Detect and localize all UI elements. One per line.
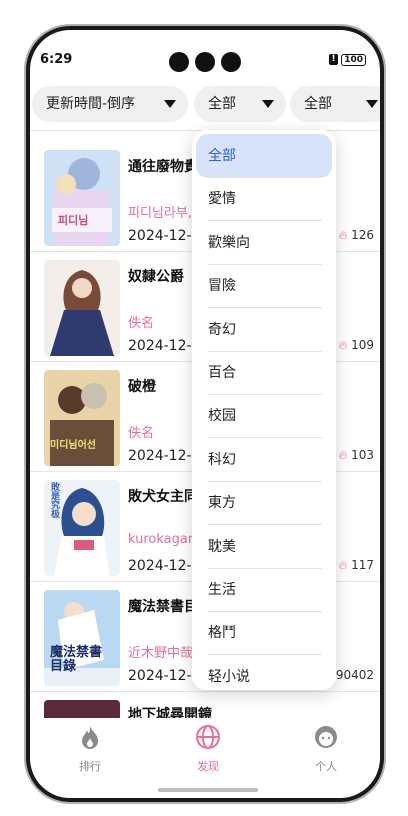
dropdown-divider	[208, 480, 322, 482]
comic-date: 2024-12-	[128, 228, 192, 244]
flame-icon: 🔥︎	[338, 448, 348, 462]
status-bar: 6:29 ! 100	[30, 30, 380, 72]
comic-title: 魔法禁書目	[128, 599, 198, 615]
comic-title: 奴隸公爵	[128, 269, 184, 285]
dropdown-divider	[208, 610, 322, 612]
camera-icon	[221, 52, 241, 72]
globe-icon	[196, 725, 220, 749]
comic-cover: 피디님	[44, 150, 120, 246]
sort-filter-label: 更新時間-倒序	[46, 96, 136, 112]
comic-count: 🔥︎ 103	[338, 448, 374, 463]
sort-filter-dropdown[interactable]: 更新時間-倒序	[32, 86, 188, 122]
comic-date: 2024-12-	[128, 448, 192, 464]
dropdown-option[interactable]: 東方	[196, 481, 332, 525]
comic-date: 2024-12-	[128, 668, 192, 684]
dropdown-divider	[208, 567, 322, 569]
dropdown-option[interactable]: 歡樂向	[196, 221, 332, 265]
comic-author: 佚名	[128, 426, 155, 441]
cover-text: 피디님	[58, 214, 89, 227]
flame-icon: 🔥︎	[338, 228, 348, 242]
comic-count-value: 103	[351, 448, 374, 462]
nav-item-discover[interactable]: 发现	[168, 718, 248, 774]
cover-text: 敗是究极	[49, 482, 59, 518]
category-dropdown-menu: 全部 愛情 歡樂向 冒險 奇幻 百合 校园 科幻 東方 耽美 生活 格鬥 轻小说	[192, 130, 336, 690]
comic-author: 피디님라부,	[128, 206, 192, 221]
comic-title: 通往廢物貴	[128, 159, 198, 175]
comic-cover: 魔法禁書目錄	[44, 590, 120, 686]
dropdown-option[interactable]: 冒險	[196, 264, 332, 308]
dropdown-divider	[208, 393, 322, 395]
dropdown-option[interactable]: 生活	[196, 568, 332, 612]
status-filter-label: 全部	[304, 96, 332, 112]
comic-count: 🔥︎ 126	[338, 228, 374, 243]
comic-count-value: 117	[351, 558, 374, 572]
face-icon	[315, 726, 337, 748]
comic-cover: 敗是究极	[44, 480, 120, 576]
nav-label: 发现	[197, 760, 219, 773]
status-filter-dropdown[interactable]: 全部	[290, 86, 380, 122]
comic-date: 2024-12-	[128, 338, 192, 354]
dropdown-option[interactable]: 轻小说	[196, 655, 332, 690]
dropdown-divider	[208, 524, 322, 526]
filter-bar: 更新時間-倒序 全部 全部	[30, 86, 380, 122]
flame-icon: 🔥︎	[338, 558, 348, 572]
dropdown-option[interactable]: 耽美	[196, 525, 332, 569]
dropdown-divider	[208, 220, 322, 222]
camera-icon	[195, 52, 215, 72]
comic-author: kurokagam	[128, 532, 201, 547]
dropdown-option[interactable]: 愛情	[196, 177, 332, 221]
chevron-down-icon	[366, 100, 378, 108]
dropdown-divider	[208, 654, 322, 656]
comic-title: 破橙	[128, 379, 156, 395]
comic-title: 敗犬女主同	[128, 489, 198, 505]
status-time: 6:29	[40, 52, 73, 67]
comic-count: 🔥︎ 109	[338, 338, 374, 353]
dropdown-option[interactable]: 百合	[196, 351, 332, 395]
nav-item-ranking[interactable]: 排行	[50, 718, 130, 774]
home-indicator[interactable]	[158, 788, 258, 792]
dropdown-divider	[208, 437, 322, 439]
battery-alert-icon: !	[329, 54, 338, 65]
comic-count-value: 126	[351, 228, 374, 242]
dropdown-divider	[208, 307, 322, 309]
chevron-down-icon	[262, 100, 274, 108]
nav-label: 排行	[79, 760, 101, 773]
dropdown-divider	[208, 263, 322, 265]
dropdown-option[interactable]: 科幻	[196, 438, 332, 482]
comic-author: 佚名	[128, 316, 155, 331]
flame-icon: 🔥︎	[338, 338, 348, 352]
comic-cover	[44, 260, 120, 356]
dropdown-option[interactable]: 奇幻	[196, 308, 332, 352]
flame-icon	[82, 726, 98, 749]
cover-text: 미디님어선	[50, 440, 96, 451]
comic-count-value: 109	[351, 338, 374, 352]
comic-count: 🔥︎ 117	[338, 558, 374, 573]
comic-date: 2024-12-	[128, 558, 192, 574]
dropdown-option[interactable]: 校园	[196, 394, 332, 438]
camera-icon	[169, 52, 189, 72]
nav-label: 个人	[315, 760, 337, 773]
dropdown-option[interactable]: 格鬥	[196, 611, 332, 655]
dropdown-option[interactable]: 全部	[196, 134, 332, 178]
cover-text: 魔法禁書目錄	[50, 645, 103, 674]
comic-author: 近木野中哉	[128, 646, 194, 661]
battery-icon: 100	[341, 54, 366, 66]
nav-item-profile[interactable]: 个人	[286, 718, 366, 774]
category-filter-label: 全部	[208, 96, 236, 112]
chevron-down-icon	[164, 100, 176, 108]
category-filter-dropdown[interactable]: 全部	[194, 86, 286, 122]
dropdown-divider	[208, 176, 322, 178]
screen: 6:29 ! 100 更新時間-倒序 全部 全部 피디님 通往廢物貴 피디님라부…	[28, 28, 382, 800]
dropdown-divider	[208, 350, 322, 352]
comic-cover: 미디님어선	[44, 370, 120, 466]
